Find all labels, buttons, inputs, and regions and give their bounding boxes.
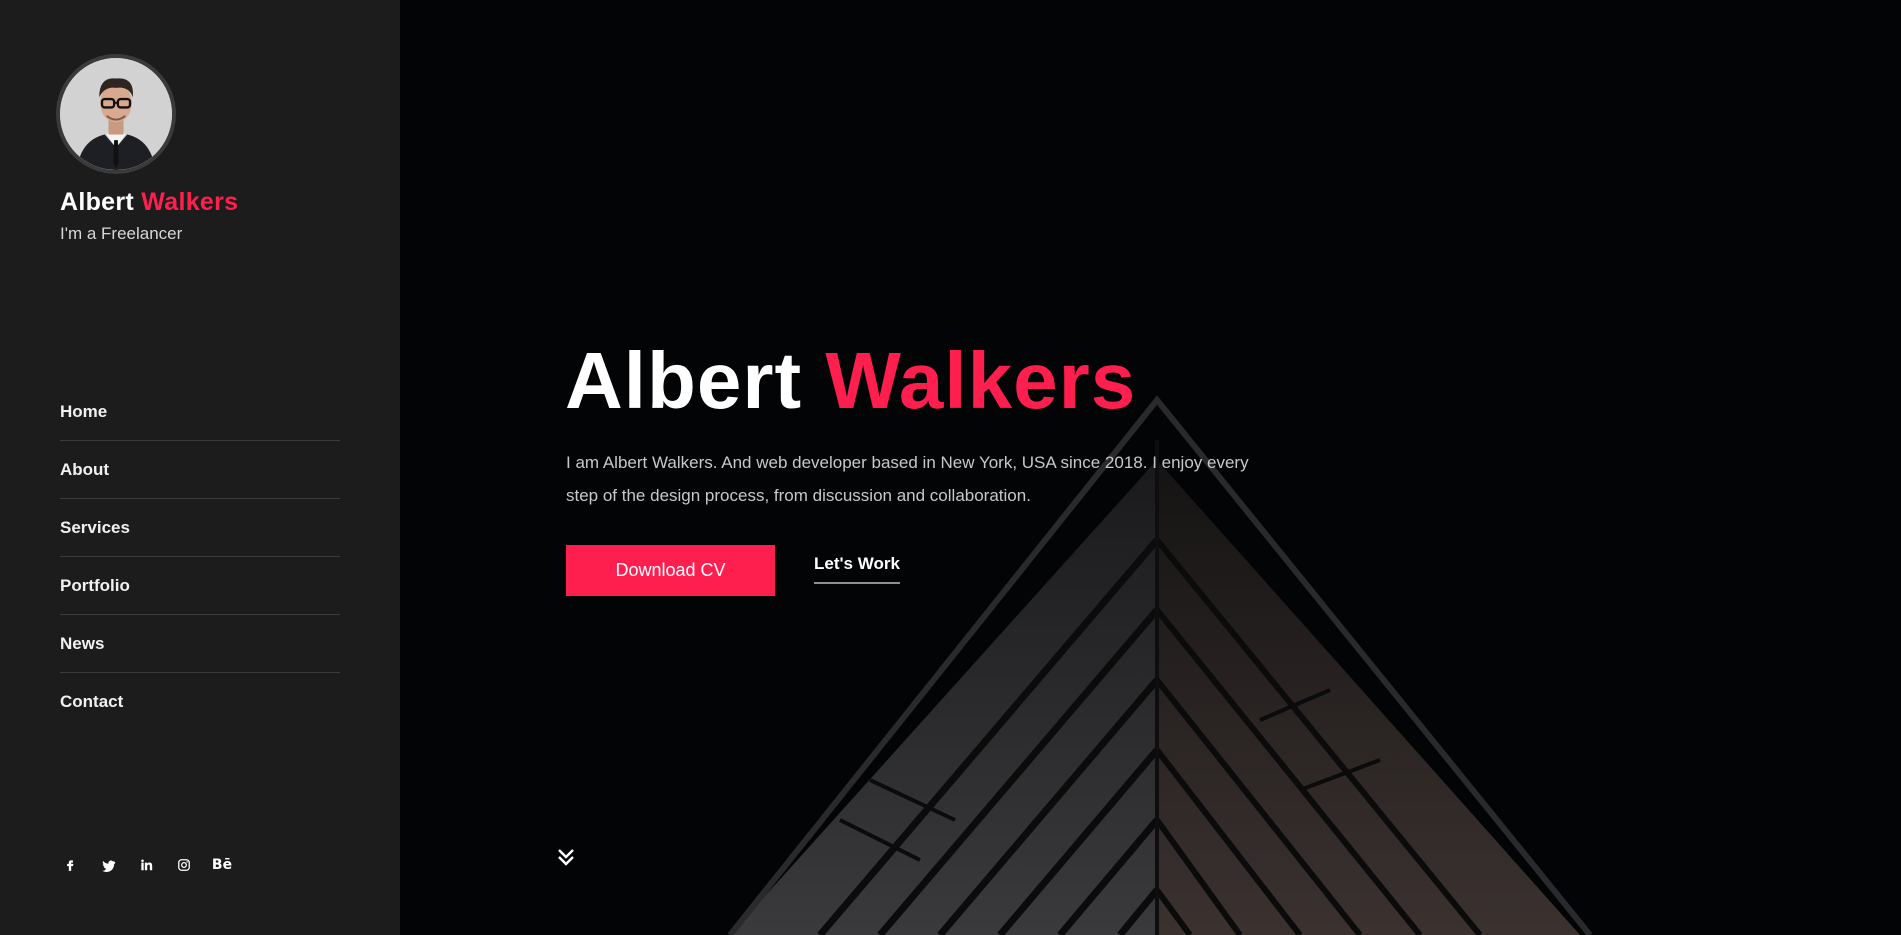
social-links: Bē (60, 855, 232, 875)
instagram-icon[interactable] (174, 855, 194, 875)
page: Albert Walkers I'm a Freelancer Home Abo… (0, 0, 1901, 935)
nav-item-contact[interactable]: Contact (60, 673, 340, 731)
sidebar: Albert Walkers I'm a Freelancer Home Abo… (0, 0, 400, 935)
nav-item-news[interactable]: News (60, 615, 340, 673)
hero-title: Albert Walkers (565, 335, 1136, 427)
nav-item-services[interactable]: Services (60, 499, 340, 557)
hero-description: I am Albert Walkers. And web developer b… (566, 453, 1249, 505)
sidebar-nav: Home About Services Portfolio News Conta… (60, 383, 340, 731)
hero-title-last: Walkers (825, 336, 1137, 425)
facebook-icon[interactable] (60, 855, 80, 875)
sidebar-role: I'm a Freelancer (60, 224, 183, 243)
behance-icon[interactable]: Bē (212, 855, 232, 875)
twitter-icon[interactable] (98, 855, 118, 875)
nav-item-home[interactable]: Home (60, 383, 340, 441)
download-cv-button[interactable]: Download CV (566, 545, 775, 596)
hero-title-first: Albert (565, 336, 803, 425)
lets-work-link[interactable]: Let's Work (814, 554, 900, 584)
nav-item-about[interactable]: About (60, 441, 340, 499)
linkedin-icon[interactable] (136, 855, 156, 875)
avatar-portrait (60, 58, 172, 170)
hero-section: Albert Walkers I am Albert Walkers. And … (400, 0, 1901, 935)
chevron-double-down-icon[interactable] (555, 846, 577, 868)
avatar (56, 54, 176, 174)
nav-item-portfolio[interactable]: Portfolio (60, 557, 340, 615)
sidebar-name-last: Walkers (141, 188, 239, 216)
sidebar-name: Albert Walkers (60, 188, 238, 217)
sidebar-name-first: Albert (60, 188, 135, 216)
